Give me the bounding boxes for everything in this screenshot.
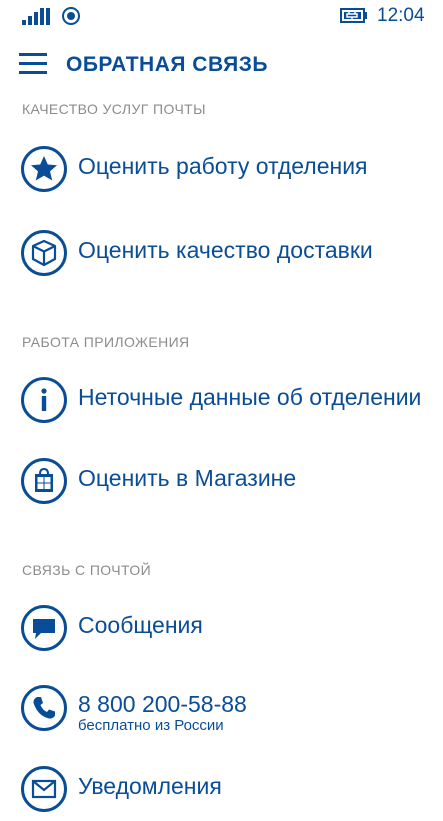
battery-charging-icon — [340, 8, 367, 23]
section-header-contact: СВЯЗЬ С ПОЧТОЙ — [22, 562, 152, 578]
menu-icon[interactable] — [19, 53, 47, 75]
section-header-app: РАБОТА ПРИЛОЖЕНИЯ — [22, 334, 190, 350]
messages-label: Сообщения — [78, 612, 203, 638]
location-icon — [62, 7, 80, 25]
phone-icon — [21, 685, 67, 731]
box-icon — [21, 230, 67, 276]
status-bar: 12:04 — [0, 0, 443, 32]
message-icon — [21, 605, 67, 651]
mail-icon — [21, 766, 67, 812]
notifications-label: Уведомления — [78, 773, 222, 799]
signal-strength-icon — [22, 7, 50, 25]
rate-delivery-label: Оценить качество доставки — [78, 237, 373, 263]
phone-note: бесплатно из России — [78, 717, 224, 734]
messages-item[interactable]: Сообщения — [0, 596, 443, 660]
app-bar: ОБРАТНАЯ СВЯЗЬ — [0, 40, 443, 88]
clock: 12:04 — [377, 5, 425, 26]
inaccurate-data-label: Неточные данные об отделении — [78, 384, 422, 410]
rate-office-item[interactable]: Оценить работу отделения — [0, 137, 443, 201]
phone-number: 8 800 200-58-88 — [78, 691, 247, 717]
rate-delivery-item[interactable]: Оценить качество доставки — [0, 221, 443, 285]
star-icon — [21, 146, 67, 192]
section-header-quality: КАЧЕСТВО УСЛУГ ПОЧТЫ — [22, 101, 206, 117]
rate-office-label: Оценить работу отделения — [78, 153, 368, 179]
rate-store-item[interactable]: Оценить в Магазине — [0, 449, 443, 513]
store-icon — [21, 458, 67, 504]
phone-item[interactable]: 8 800 200-58-88 бесплатно из России — [0, 676, 443, 740]
notifications-item[interactable]: Уведомления — [0, 757, 443, 821]
inaccurate-data-item[interactable]: Неточные данные об отделении — [0, 368, 443, 432]
rate-store-label: Оценить в Магазине — [78, 465, 297, 491]
page-title: ОБРАТНАЯ СВЯЗЬ — [66, 53, 268, 76]
info-icon — [21, 377, 67, 423]
